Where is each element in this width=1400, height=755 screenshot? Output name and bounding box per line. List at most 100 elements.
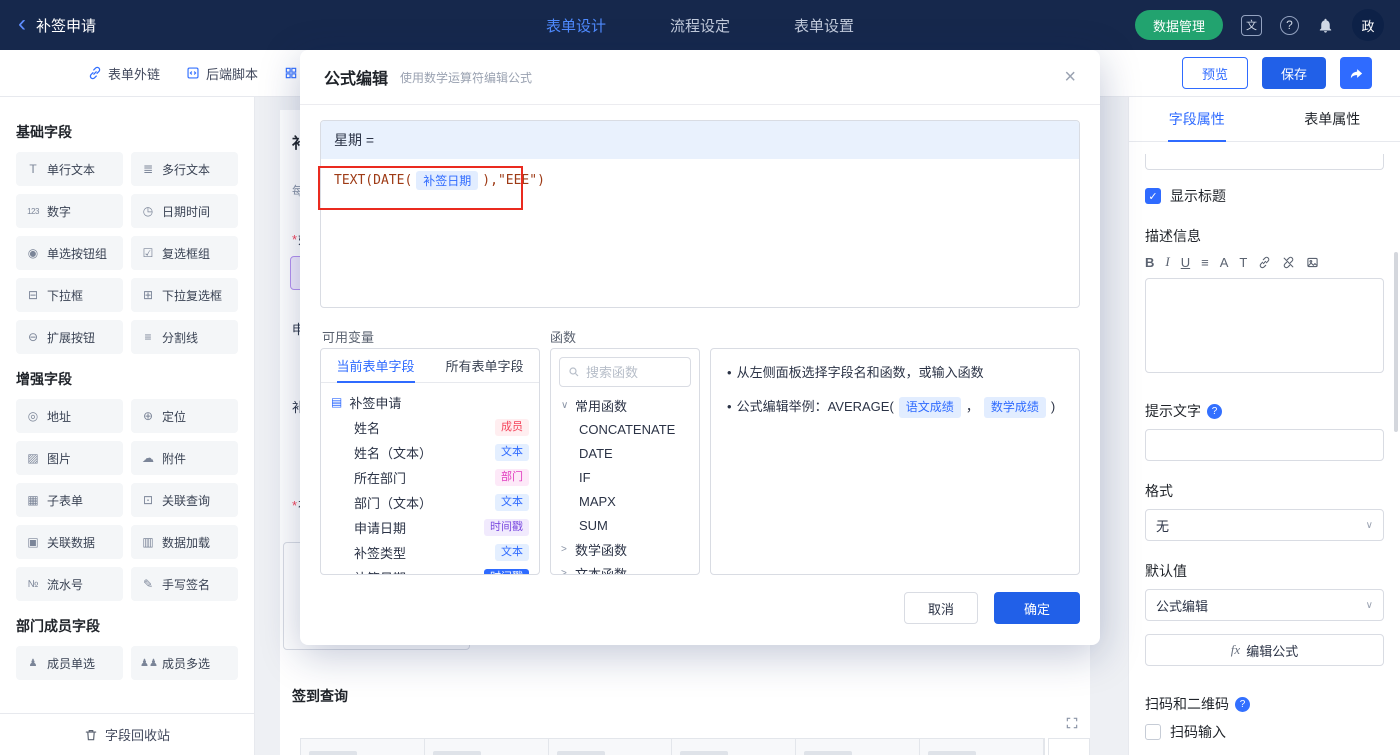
description-textarea[interactable] bbox=[1145, 278, 1384, 373]
hint-text-input[interactable] bbox=[1145, 429, 1384, 461]
field-item-member-single[interactable]: ♟ 成员单选 bbox=[16, 646, 123, 680]
default-value-select[interactable]: 公式编辑 ∨ bbox=[1145, 589, 1384, 621]
table-add-column[interactable] bbox=[1048, 738, 1090, 755]
formula-editor[interactable]: 星期 = TEXT(DATE( 补签日期 ),"EEE") bbox=[320, 120, 1080, 308]
tab-form-properties[interactable]: 表单属性 bbox=[1265, 97, 1400, 141]
variable-field-row-selected[interactable]: 补签日期 时间戳 bbox=[321, 565, 539, 574]
field-item-multi-line-text[interactable]: ≣ 多行文本 bbox=[131, 152, 238, 186]
bullet-icon: • bbox=[727, 365, 732, 380]
field-item-extend-button[interactable]: ⊖ 扩展按钮 bbox=[16, 320, 123, 354]
show-title-row[interactable]: ✓ 显示标题 bbox=[1145, 186, 1384, 206]
function-group-text[interactable]: > 文本函数 bbox=[551, 561, 699, 575]
section-title-member: 部门成员字段 bbox=[16, 618, 100, 634]
field-item-subform[interactable]: ▦ 子表单 bbox=[16, 483, 123, 517]
field-item-dropdown-multi[interactable]: ⊞ 下拉复选框 bbox=[131, 278, 238, 312]
tab-current-form-fields[interactable]: 当前表单字段 bbox=[321, 349, 430, 382]
variable-field-row[interactable]: 姓名 成员 bbox=[321, 415, 539, 440]
save-button[interactable]: 保存 bbox=[1261, 57, 1326, 89]
field-item-single-line-text[interactable]: T 单行文本 bbox=[16, 152, 123, 186]
expand-icon[interactable] bbox=[1065, 716, 1079, 735]
member-field-grid: ♟ 成员单选 ♟♟ 成员多选 bbox=[16, 646, 238, 680]
close-icon[interactable]: × bbox=[1064, 67, 1076, 87]
tab-form-design[interactable]: 表单设计 bbox=[546, 15, 606, 36]
font-size-icon[interactable]: T bbox=[1239, 255, 1247, 270]
field-name: 所在部门 bbox=[354, 471, 407, 486]
tab-field-properties[interactable]: 字段属性 bbox=[1129, 97, 1265, 141]
function-group-math[interactable]: > 数学函数 bbox=[551, 537, 699, 561]
properties-tabs: 字段属性 表单属性 bbox=[1129, 97, 1400, 142]
field-item-signature[interactable]: ✎ 手写签名 bbox=[131, 567, 238, 601]
font-color-icon[interactable]: A bbox=[1220, 255, 1229, 270]
function-search[interactable] bbox=[559, 357, 691, 387]
variable-field-row[interactable]: 所在部门 部门 bbox=[321, 465, 539, 490]
variable-field-row[interactable]: 姓名（文本） 文本 bbox=[321, 440, 539, 465]
scrolled-input-partial[interactable] bbox=[1145, 154, 1384, 170]
function-item-sum[interactable]: SUM bbox=[551, 513, 699, 537]
back-icon[interactable]: ‹ bbox=[18, 11, 26, 36]
format-select[interactable]: 无 ∨ bbox=[1145, 509, 1384, 541]
function-item-mapx[interactable]: MAPX bbox=[551, 489, 699, 513]
help-icon[interactable]: ? bbox=[1280, 15, 1299, 35]
variable-field-row[interactable]: 部门（文本） 文本 bbox=[321, 490, 539, 515]
scan-input-row[interactable]: 扫码输入 bbox=[1145, 722, 1384, 742]
variable-field-row[interactable]: 申请日期 时间戳 bbox=[321, 515, 539, 540]
field-item-image[interactable]: ▨ 图片 bbox=[16, 441, 123, 475]
field-item-divider[interactable]: ≡ 分割线 bbox=[131, 320, 238, 354]
function-group-common[interactable]: ∨ 常用函数 bbox=[551, 393, 699, 417]
data-manage-button[interactable]: 数据管理 bbox=[1134, 10, 1223, 40]
preview-button[interactable]: 预览 bbox=[1181, 57, 1248, 89]
form-external-link-button[interactable]: 表单外链 bbox=[88, 64, 160, 83]
cancel-button[interactable]: 取消 bbox=[904, 592, 978, 624]
variable-field-row[interactable]: 补签类型 文本 bbox=[321, 540, 539, 565]
field-item-data-load[interactable]: ▥ 数据加载 bbox=[131, 525, 238, 559]
bell-icon[interactable] bbox=[1317, 17, 1334, 34]
backend-script-button[interactable]: 后端脚本 bbox=[186, 64, 258, 83]
formula-expression[interactable]: TEXT(DATE( 补签日期 ),"EEE") bbox=[321, 159, 1079, 202]
toolbar-left: 表单外链 后端脚本 数据权 bbox=[0, 64, 343, 83]
field-item-member-multi[interactable]: ♟♟ 成员多选 bbox=[131, 646, 238, 680]
radio-group-icon: ◉ bbox=[27, 246, 39, 260]
field-recycle-bin-button[interactable]: 字段回收站 bbox=[0, 713, 254, 755]
tab-all-form-fields[interactable]: 所有表单字段 bbox=[430, 349, 539, 382]
remove-link-icon[interactable] bbox=[1282, 256, 1295, 269]
confirm-button[interactable]: 确定 bbox=[994, 592, 1080, 624]
field-item-address[interactable]: ◎ 地址 bbox=[16, 399, 123, 433]
field-item-radio-group[interactable]: ◉ 单选按钮组 bbox=[16, 236, 123, 270]
function-search-input[interactable] bbox=[586, 364, 676, 380]
field-item-label: 下拉框 bbox=[47, 288, 84, 303]
field-item-label: 关联查询 bbox=[162, 493, 211, 508]
formula-field-chip[interactable]: 补签日期 bbox=[416, 171, 479, 190]
field-item-number[interactable]: 123 数字 bbox=[16, 194, 123, 228]
language-icon[interactable]: 文 bbox=[1241, 14, 1262, 36]
related-data-icon: ▣ bbox=[27, 535, 39, 549]
tab-flow-settings[interactable]: 流程设定 bbox=[670, 15, 730, 36]
properties-scrollbar[interactable] bbox=[1394, 252, 1398, 432]
show-title-checkbox[interactable]: ✓ bbox=[1145, 188, 1161, 204]
scan-help-icon[interactable]: ? bbox=[1235, 696, 1250, 712]
bold-icon[interactable]: B bbox=[1145, 255, 1154, 270]
hint-help-icon[interactable]: ? bbox=[1207, 403, 1222, 419]
underline-icon[interactable]: U bbox=[1181, 255, 1190, 270]
field-item-checkbox-group[interactable]: ☑ 复选框组 bbox=[131, 236, 238, 270]
scan-input-checkbox[interactable] bbox=[1145, 724, 1161, 740]
align-icon[interactable]: ≡ bbox=[1201, 255, 1209, 270]
share-button[interactable] bbox=[1340, 57, 1372, 89]
field-item-related-query[interactable]: ⊡ 关联查询 bbox=[131, 483, 238, 517]
tab-form-settings[interactable]: 表单设置 bbox=[794, 15, 854, 36]
insert-link-icon[interactable] bbox=[1258, 256, 1271, 269]
field-item-attachment[interactable]: ☁ 附件 bbox=[131, 441, 238, 475]
field-item-datetime[interactable]: ◷ 日期时间 bbox=[131, 194, 238, 228]
user-avatar[interactable]: 政 bbox=[1352, 9, 1384, 41]
field-item-label: 关联数据 bbox=[47, 535, 96, 550]
field-item-dropdown[interactable]: ⊟ 下拉框 bbox=[16, 278, 123, 312]
edit-formula-button[interactable]: fx 编辑公式 bbox=[1145, 634, 1384, 666]
insert-image-icon[interactable] bbox=[1306, 256, 1319, 269]
function-item-date[interactable]: DATE bbox=[551, 441, 699, 465]
function-item-concatenate[interactable]: CONCATENATE bbox=[551, 417, 699, 441]
field-item-serial-number[interactable]: № 流水号 bbox=[16, 567, 123, 601]
italic-icon[interactable]: I bbox=[1165, 254, 1169, 270]
field-item-location[interactable]: ⊕ 定位 bbox=[131, 399, 238, 433]
field-item-related-data[interactable]: ▣ 关联数据 bbox=[16, 525, 123, 559]
form-node[interactable]: ▤ 补签申请 bbox=[321, 389, 539, 415]
function-item-if[interactable]: IF bbox=[551, 465, 699, 489]
